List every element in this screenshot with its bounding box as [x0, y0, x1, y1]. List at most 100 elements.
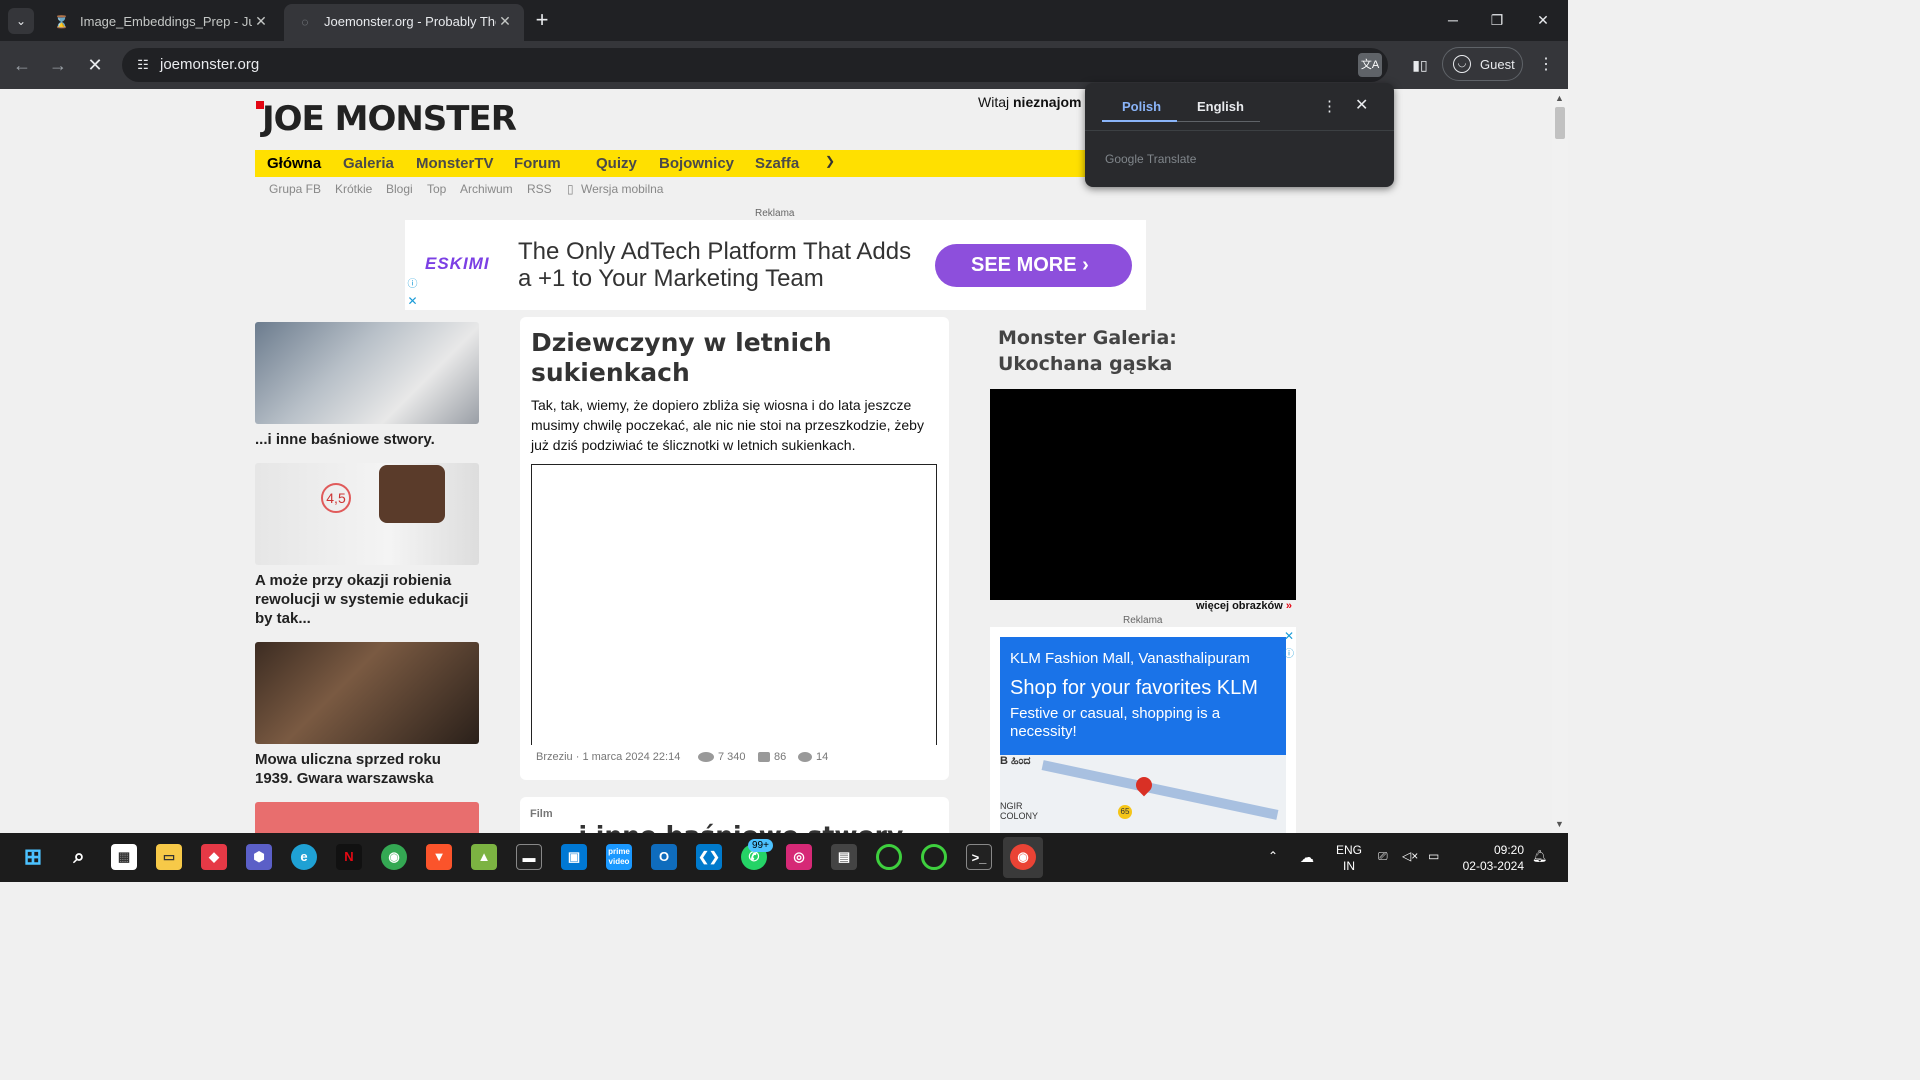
- app-icon[interactable]: ▲: [471, 844, 497, 870]
- gallery-more-link[interactable]: więcej obrazków »: [1196, 600, 1292, 612]
- store-icon[interactable]: ▦: [111, 844, 137, 870]
- subnav-wersja-mobilna[interactable]: Wersja mobilna: [581, 182, 663, 196]
- subnav-top[interactable]: Top: [427, 182, 446, 196]
- ad-cta-button[interactable]: SEE MORE ›: [935, 244, 1132, 287]
- close-tab-icon[interactable]: ✕: [496, 12, 514, 30]
- translate-tab-source[interactable]: Polish: [1122, 99, 1161, 114]
- file-explorer-icon[interactable]: ▭: [156, 844, 182, 870]
- ad-info-icon[interactable]: ⓘ: [406, 278, 419, 291]
- article-title-link[interactable]: Mowa uliczna sprzed roku 1939. Gwara war…: [255, 750, 479, 788]
- close-icon[interactable]: ✕: [1355, 95, 1368, 115]
- translate-icon[interactable]: 文A: [1358, 53, 1382, 77]
- minimize-button[interactable]: ─: [1430, 6, 1476, 34]
- ad-close-icon[interactable]: ✕: [406, 295, 419, 308]
- chevron-up-icon[interactable]: ⌃: [1268, 849, 1278, 863]
- subnav-rss[interactable]: RSS: [527, 182, 552, 196]
- language-indicator[interactable]: ENG IN: [1336, 842, 1362, 874]
- article-thumbnail[interactable]: [255, 802, 479, 833]
- app-icon[interactable]: [876, 844, 902, 870]
- article-category[interactable]: Film: [530, 808, 553, 820]
- instagram-icon[interactable]: ◎: [786, 844, 812, 870]
- edge-icon[interactable]: e: [291, 844, 317, 870]
- page-scrollbar[interactable]: ▲ ▼: [1552, 89, 1568, 833]
- new-tab-button[interactable]: +: [530, 8, 554, 32]
- tab-search-button[interactable]: ⌄: [8, 8, 34, 34]
- forward-button[interactable]: →: [46, 53, 70, 77]
- top-banner-ad[interactable]: ESKIMI The Only AdTech Platform That Add…: [405, 220, 1146, 310]
- terminal-icon[interactable]: >_: [966, 844, 992, 870]
- outlook-icon[interactable]: O: [651, 844, 677, 870]
- close-window-button[interactable]: ✕: [1520, 6, 1566, 34]
- nav-bojownicy[interactable]: Bojownicy: [659, 155, 734, 172]
- article-title[interactable]: ...i inne baśniowe stwory: [550, 821, 903, 833]
- tab-jupyter[interactable]: ⌛ Image_Embeddings_Prep - Jupy ✕: [40, 4, 280, 41]
- ad-map[interactable]: B ಹಿಂದ NGIR COLONY 65: [1000, 755, 1286, 833]
- article-media[interactable]: [531, 464, 937, 745]
- chrome-icon[interactable]: ◉: [1010, 844, 1036, 870]
- restore-button[interactable]: ❐: [1474, 6, 1520, 34]
- vscode-icon[interactable]: ❮❯: [696, 844, 722, 870]
- back-button[interactable]: ←: [10, 53, 34, 77]
- translate-tab-target[interactable]: English: [1197, 99, 1244, 114]
- article-title-link[interactable]: A może przy okazji robienia rewolucji w …: [255, 571, 479, 628]
- network-icon[interactable]: ⎚: [1378, 849, 1388, 864]
- profile-button[interactable]: ◡ Guest: [1442, 47, 1523, 81]
- side-ad[interactable]: KLM Fashion Mall, Vanasthalipuram Shop f…: [990, 627, 1296, 833]
- nav-galeria[interactable]: Galeria: [343, 155, 394, 172]
- site-logo[interactable]: JOE MONSTER: [256, 99, 517, 139]
- battery-icon[interactable]: ▭: [1428, 849, 1439, 863]
- scroll-thumb[interactable]: [1555, 107, 1565, 139]
- app-icon[interactable]: ▤: [831, 844, 857, 870]
- subnav-krotkie[interactable]: Krótkie: [335, 182, 372, 196]
- article-title-link[interactable]: ...i inne baśniowe stwory.: [255, 430, 479, 449]
- url-text[interactable]: joemonster.org: [160, 56, 259, 73]
- prime-video-icon[interactable]: prime video: [606, 844, 632, 870]
- scroll-up-icon[interactable]: ▲: [1555, 93, 1564, 103]
- cloud-icon[interactable]: ☁: [1300, 849, 1314, 866]
- chrome-icon[interactable]: ◉: [381, 844, 407, 870]
- gallery-title[interactable]: Monster Galeria: Ukochana gąska: [998, 325, 1288, 377]
- volume-muted-icon[interactable]: ◁×: [1402, 849, 1418, 863]
- netflix-icon[interactable]: N: [336, 844, 362, 870]
- terminal-icon[interactable]: ▬: [516, 844, 542, 870]
- nav-monstertv[interactable]: MonsterTV: [416, 155, 494, 172]
- close-tab-icon[interactable]: ✕: [252, 12, 270, 30]
- article-thumbnail[interactable]: 4,5: [255, 463, 479, 565]
- article-thumbnail[interactable]: [255, 322, 479, 424]
- subnav-grupa-fb[interactable]: Grupa FB: [269, 182, 321, 196]
- subnav-archiwum[interactable]: Archiwum: [460, 182, 513, 196]
- nav-glowna[interactable]: Główna: [267, 155, 321, 172]
- nav-szaffa[interactable]: Szaffa: [755, 155, 799, 172]
- nav-quizy[interactable]: Quizy: [596, 155, 637, 172]
- article-title[interactable]: Dziewczyny w letnich sukienkach: [531, 328, 931, 388]
- comments-count[interactable]: 14: [798, 751, 828, 763]
- start-icon[interactable]: ⊞: [20, 844, 46, 870]
- browser-menu-icon[interactable]: ⋮: [1536, 53, 1556, 77]
- likes-count[interactable]: 86: [758, 751, 786, 763]
- app-icon[interactable]: ⬢: [246, 844, 272, 870]
- stop-loading-button[interactable]: ✕: [83, 53, 107, 77]
- more-options-icon[interactable]: ⋮: [1322, 97, 1337, 115]
- chevron-down-icon[interactable]: ❯: [825, 154, 835, 168]
- tab-joemonster[interactable]: ◌ Joemonster.org - Probably The ✕: [284, 4, 524, 41]
- app-icon[interactable]: [921, 844, 947, 870]
- notification-bell-icon[interactable]: 🔔︎: [1532, 849, 1547, 863]
- side-panel-icon[interactable]: ▮▯: [1408, 53, 1432, 77]
- ad-panel[interactable]: KLM Fashion Mall, Vanasthalipuram Shop f…: [1000, 637, 1286, 755]
- article-author[interactable]: Brzeziu: [536, 751, 573, 763]
- subnav-blogi[interactable]: Blogi: [386, 182, 413, 196]
- address-bar[interactable]: ☷ joemonster.org 文A: [122, 48, 1388, 82]
- scroll-down-icon[interactable]: ▼: [1555, 819, 1564, 829]
- welcome-user[interactable]: nieznajom: [1013, 94, 1081, 110]
- gallery-image[interactable]: [990, 389, 1296, 600]
- ad-close-icon[interactable]: ✕: [1284, 629, 1294, 643]
- app-icon[interactable]: ▣: [561, 844, 587, 870]
- nav-forum[interactable]: Forum: [514, 155, 561, 172]
- ad-info-icon[interactable]: ⓘ: [1284, 645, 1294, 660]
- article-thumbnail[interactable]: [255, 642, 479, 744]
- search-icon[interactable]: ⌕: [66, 844, 92, 870]
- system-clock[interactable]: 09:20 02-03-2024: [1460, 842, 1524, 874]
- app-icon[interactable]: ◆: [201, 844, 227, 870]
- brave-icon[interactable]: ▼: [426, 844, 452, 870]
- site-info-icon[interactable]: ☷: [134, 56, 152, 74]
